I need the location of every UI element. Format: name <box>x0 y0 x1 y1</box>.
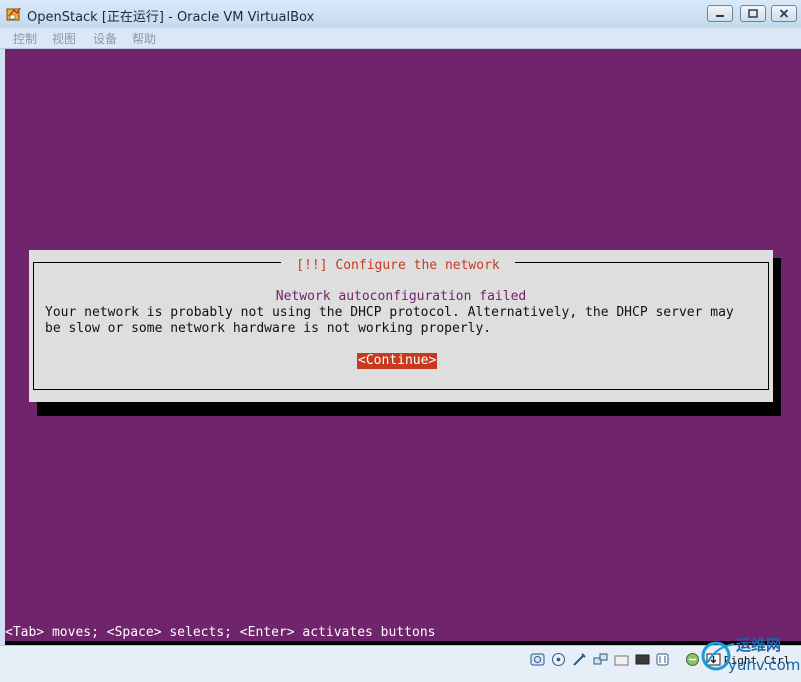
watermark-url: yunv.com <box>728 656 801 674</box>
close-icon <box>772 6 796 21</box>
installer-status-line: <Tab> moves; <Space> selects; <Enter> ac… <box>5 625 436 640</box>
window-titlebar[interactable]: OpenStack [正在运行] - Oracle VM VirtualBox <box>0 0 801 29</box>
dialog-body-line: be slow or some network hardware is not … <box>45 321 492 336</box>
dialog-body-line: Your network is probably not using the D… <box>45 305 734 320</box>
display-icon[interactable] <box>635 652 650 667</box>
video-capture-icon[interactable] <box>655 652 670 667</box>
minimize-button[interactable] <box>707 5 733 22</box>
shared-folder-icon[interactable] <box>614 652 629 667</box>
continue-button[interactable]: <Continue> <box>357 353 438 369</box>
virtualbox-app-icon <box>6 7 21 21</box>
menu-devices[interactable]: 设备 <box>93 30 117 47</box>
usb-icon[interactable] <box>572 652 587 667</box>
network-icon[interactable] <box>593 652 608 667</box>
vbox-statusbar: Right Ctrl <box>0 645 801 682</box>
mouse-integration-icon[interactable] <box>685 652 700 667</box>
hard-disk-icon[interactable] <box>530 652 545 667</box>
watermark-text: 运维网 <box>736 636 782 654</box>
menu-view[interactable]: 视图 <box>52 30 76 47</box>
maximize-icon <box>741 6 765 21</box>
close-button[interactable] <box>771 5 797 22</box>
vm-screen[interactable]: [!!] Configure the network Network autoc… <box>5 49 801 645</box>
window-title: OpenStack [正在运行] - Oracle VM VirtualBox <box>27 10 315 25</box>
menu-control[interactable]: 控制 <box>13 30 37 47</box>
optical-drive-icon[interactable] <box>551 652 566 667</box>
dialog-title: [!!] Configure the network <box>281 257 515 275</box>
menubar: 控制 视图 设备 帮助 <box>0 28 801 49</box>
maximize-button[interactable] <box>740 5 766 22</box>
menu-help[interactable]: 帮助 <box>132 30 156 47</box>
dialog-body: Your network is probably not using the D… <box>45 305 761 337</box>
minimize-icon <box>708 6 732 21</box>
dialog-heading: Network autoconfiguration failed <box>275 289 527 304</box>
